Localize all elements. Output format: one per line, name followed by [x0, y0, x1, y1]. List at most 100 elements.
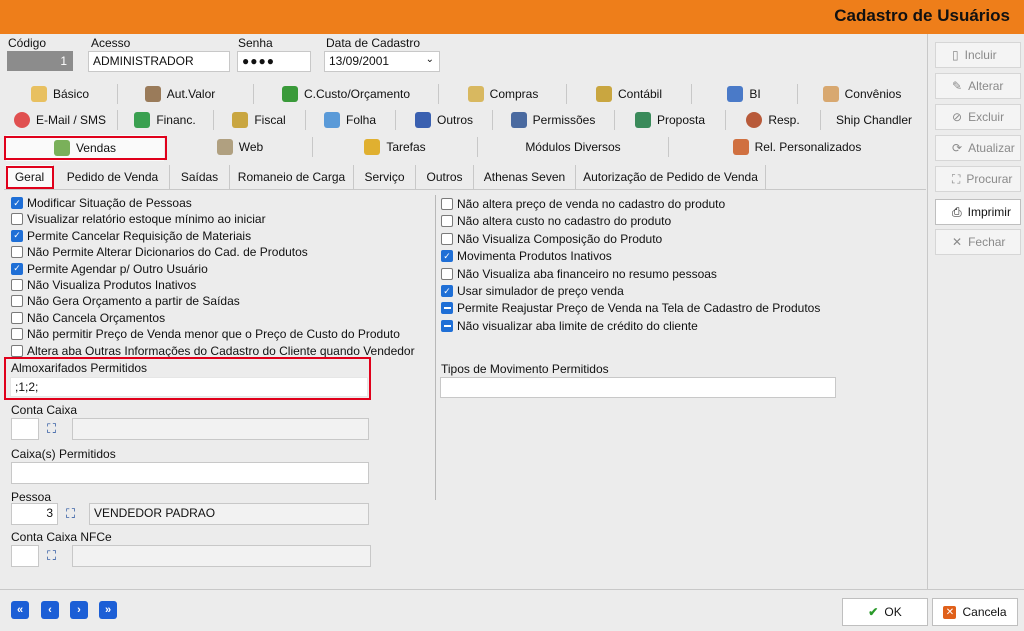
- tab-bi[interactable]: BI: [694, 81, 794, 107]
- fechar-button[interactable]: ✕ Fechar: [935, 229, 1021, 255]
- tab-rel-personalizados[interactable]: Rel. Personalizados: [671, 134, 923, 160]
- checkbox-row[interactable]: Visualizar relatório estoque mínimo ao i…: [11, 212, 266, 226]
- acesso-label: Acesso: [91, 36, 131, 50]
- subtab-pedido-venda[interactable]: Pedido de Venda: [56, 165, 170, 189]
- checkbox[interactable]: ✓: [441, 250, 453, 263]
- checkbox-row[interactable]: ✓ Permite Agendar p/ Outro Usuário: [11, 262, 208, 276]
- checkbox[interactable]: [11, 246, 23, 259]
- tab-c-custo[interactable]: C.Custo/Orçamento: [256, 81, 436, 107]
- procurar-button[interactable]: ⛶ Procurar: [935, 166, 1021, 192]
- data-cadastro-input[interactable]: 13/09/2001 ⌄: [324, 51, 440, 72]
- tab-modulos-diversos[interactable]: Módulos Diversos: [480, 134, 666, 160]
- pessoa-code-input[interactable]: 3: [11, 503, 58, 525]
- subtab-athenas-seven[interactable]: Athenas Seven: [474, 165, 576, 189]
- checkbox-row[interactable]: Permite Reajustar Preço de Venda na Tela…: [441, 301, 820, 315]
- grid-icon: [414, 112, 431, 128]
- ok-button[interactable]: ✔ OK: [842, 598, 928, 626]
- checkbox-row[interactable]: Não Cancela Orçamentos: [11, 311, 165, 325]
- last-record-icon[interactable]: »: [99, 601, 117, 619]
- incluir-button[interactable]: ▯ Incluir: [935, 42, 1021, 68]
- tab-convenios[interactable]: Convênios: [800, 81, 924, 107]
- alterar-button[interactable]: ✎ Alterar: [935, 73, 1021, 99]
- caixas-permitidos-input[interactable]: [11, 462, 369, 484]
- tab-folha[interactable]: Folha: [308, 107, 392, 133]
- checkbox-row[interactable]: ✓ Permite Cancelar Requisição de Materiai…: [11, 229, 251, 243]
- tab-email-sms[interactable]: E-Mail / SMS: [6, 107, 114, 133]
- tab-resp[interactable]: Resp.: [728, 107, 818, 133]
- acesso-input[interactable]: ADMINISTRADOR: [88, 51, 230, 72]
- tab-web[interactable]: Web: [170, 134, 310, 160]
- checkbox[interactable]: [11, 213, 23, 226]
- binoculars-icon[interactable]: ⛶: [66, 506, 75, 522]
- tab-tarefas[interactable]: Tarefas: [315, 134, 475, 160]
- checkbox-row[interactable]: Altera aba Outras Informações do Cadastr…: [11, 344, 415, 358]
- checkbox[interactable]: [441, 215, 453, 228]
- checkbox-label: Não Gera Orçamento a partir de Saídas: [27, 294, 240, 309]
- checkbox-row[interactable]: Não Visualiza Produtos Inativos: [11, 278, 196, 292]
- checkbox[interactable]: [11, 344, 23, 357]
- checkbox-row[interactable]: Não Visualiza aba financeiro no resumo p…: [441, 267, 717, 281]
- chevron-down-icon[interactable]: ⌄: [426, 54, 434, 65]
- atualizar-button[interactable]: ⟳ Atualizar: [935, 135, 1021, 161]
- tipos-movimento-input[interactable]: [440, 377, 836, 398]
- subtab-autorizacao[interactable]: Autorização de Pedido de Venda: [576, 165, 766, 189]
- checkbox[interactable]: [441, 302, 453, 315]
- tab-contabil[interactable]: Contábil: [569, 81, 689, 107]
- binoculars-icon[interactable]: ⛶: [47, 548, 56, 564]
- checkbox[interactable]: ✓: [11, 197, 23, 209]
- subtab-servico[interactable]: Serviço: [354, 165, 416, 189]
- nfce-code-input[interactable]: [11, 545, 39, 567]
- tab-aut-valor[interactable]: Aut.Valor: [120, 81, 240, 107]
- codigo-field[interactable]: 1: [7, 51, 73, 71]
- excluir-button[interactable]: ⊘ Excluir: [935, 104, 1021, 130]
- tab-basico[interactable]: Básico: [6, 81, 114, 107]
- subtab-outros[interactable]: Outros: [416, 165, 474, 189]
- checkbox-row[interactable]: Não altera custo no cadastro do produto: [441, 214, 671, 228]
- checkbox[interactable]: [441, 232, 453, 245]
- subtab-romaneio[interactable]: Romaneio de Carga: [230, 165, 354, 189]
- tab-outros-main[interactable]: Outros: [398, 107, 490, 133]
- tab-separator: [566, 84, 567, 104]
- checkbox[interactable]: [441, 319, 453, 332]
- previous-record-icon[interactable]: ‹: [41, 601, 59, 619]
- checkbox[interactable]: ✓: [11, 229, 23, 242]
- checkbox[interactable]: [11, 295, 23, 308]
- checkbox[interactable]: [441, 267, 453, 280]
- checkbox-row[interactable]: Não altera preço de venda no cadastro do…: [441, 197, 725, 211]
- checkbox-row[interactable]: ✓ Modificar Situação de Pessoas: [11, 196, 192, 210]
- tab-ship-chandler[interactable]: Ship Chandler: [823, 107, 925, 133]
- new-document-icon: ▯: [952, 48, 959, 62]
- checkbox-row[interactable]: ✓ Movimenta Produtos Inativos: [441, 249, 612, 263]
- checkbox[interactable]: [11, 311, 23, 324]
- cash-register-icon: [144, 86, 161, 102]
- binoculars-icon[interactable]: ⛶: [47, 421, 56, 437]
- checkbox-row[interactable]: Não Gera Orçamento a partir de Saídas: [11, 294, 240, 308]
- imprimir-button[interactable]: ⎙ Imprimir: [935, 199, 1021, 225]
- tab-financ[interactable]: Financ.: [120, 107, 210, 133]
- checkbox-row[interactable]: Não visualizar aba limite de crédito do …: [441, 319, 698, 333]
- checkbox[interactable]: ✓: [441, 285, 453, 297]
- checkbox[interactable]: [441, 198, 453, 210]
- binoculars-icon: ⛶: [952, 171, 961, 186]
- checkbox[interactable]: [11, 279, 23, 291]
- checkbox-row[interactable]: Não Visualiza Composição do Produto: [441, 232, 662, 246]
- subtab-saidas[interactable]: Saídas: [170, 165, 230, 189]
- next-record-icon[interactable]: ›: [70, 601, 88, 619]
- tab-fiscal[interactable]: Fiscal: [216, 107, 302, 133]
- bank-icon: [216, 139, 233, 155]
- checkbox-label: Não Visualiza aba financeiro no resumo p…: [457, 266, 717, 281]
- conta-caixa-code-input[interactable]: [11, 418, 39, 440]
- tab-separator: [492, 110, 493, 130]
- tab-compras[interactable]: Compras: [441, 81, 565, 107]
- checkbox-row[interactable]: Não Permite Alterar Dicionarios do Cad. …: [11, 245, 308, 259]
- checkbox[interactable]: ✓: [11, 262, 23, 275]
- close-icon: ✕: [952, 235, 963, 249]
- senha-input[interactable]: ●●●●: [237, 51, 311, 72]
- cancel-button[interactable]: ✕ Cancela: [932, 598, 1018, 626]
- tab-permissoes[interactable]: Permissões: [495, 107, 611, 133]
- tab-proposta[interactable]: Proposta: [617, 107, 723, 133]
- checkbox-row[interactable]: Não permitir Preço de Venda menor que o …: [11, 327, 400, 341]
- checkbox[interactable]: [11, 328, 23, 341]
- checkbox-row[interactable]: ✓ Usar simulador de preço venda: [441, 284, 624, 298]
- first-record-icon[interactable]: «: [11, 601, 29, 619]
